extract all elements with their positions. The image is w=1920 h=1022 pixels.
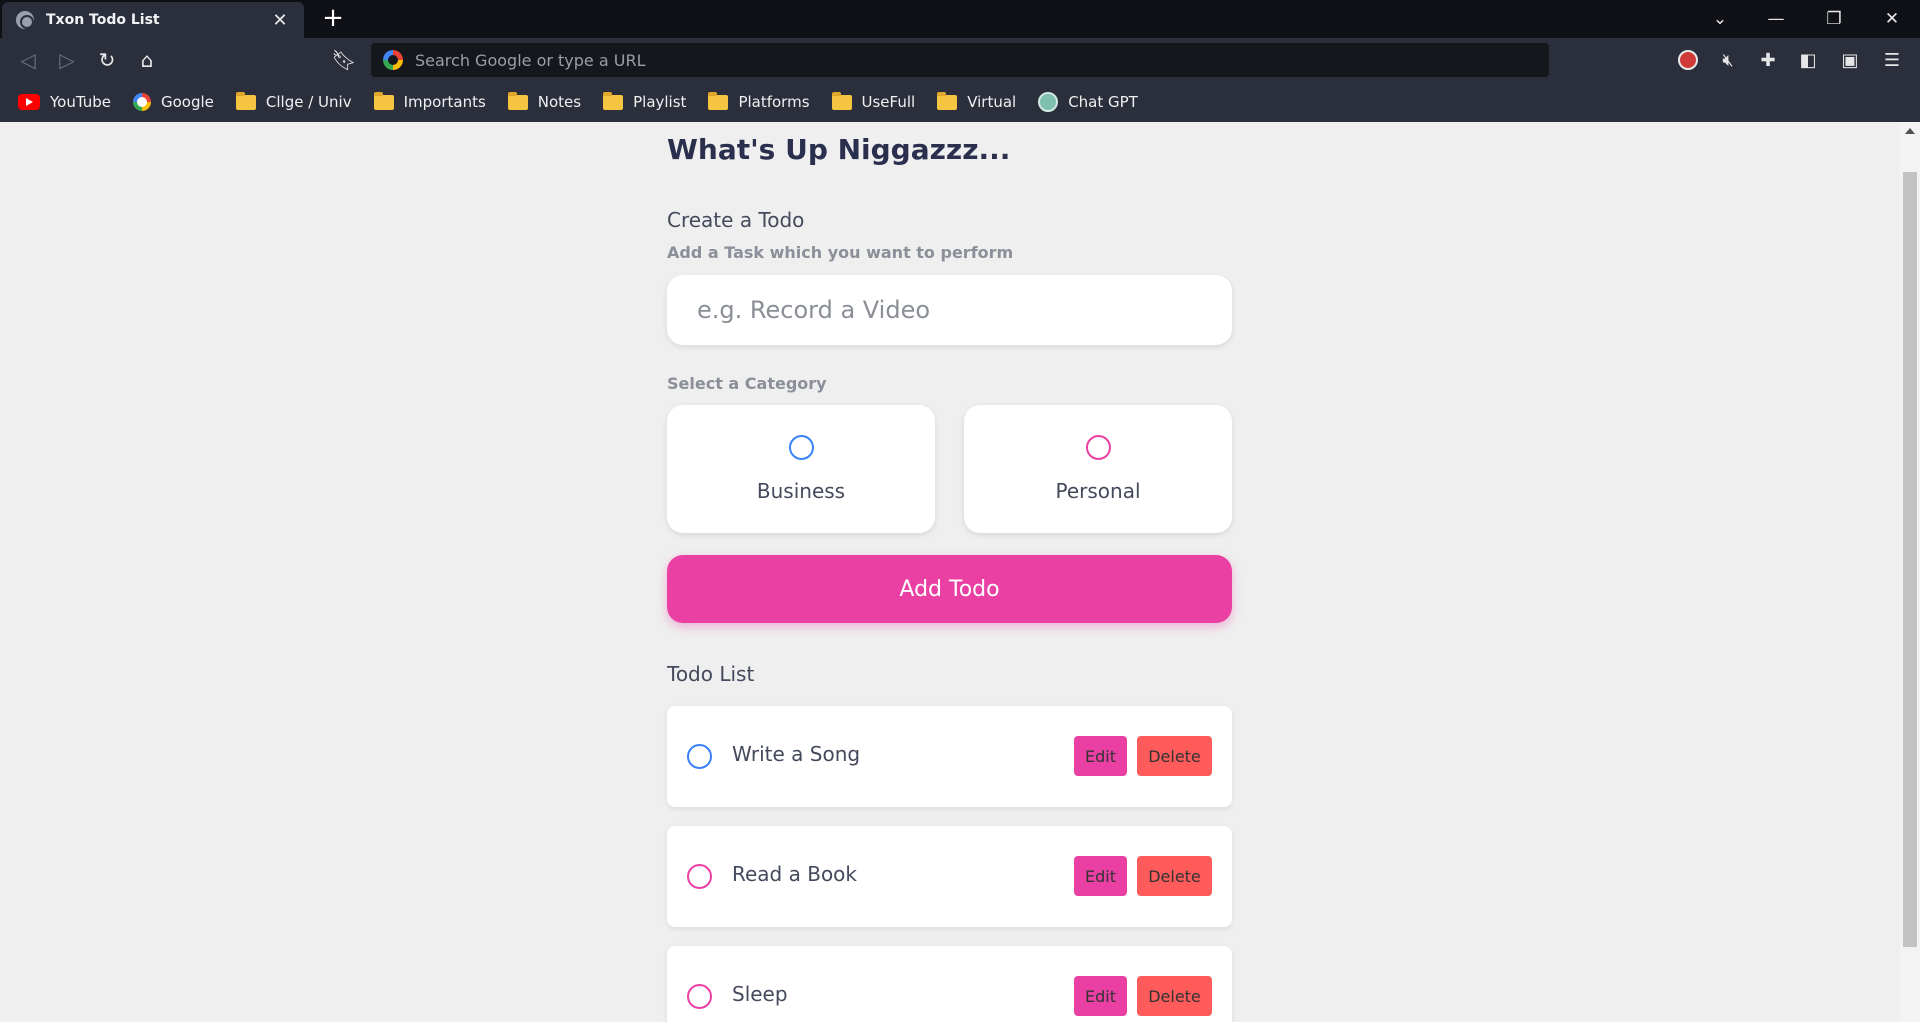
bookmark-label: Virtual: [967, 93, 1017, 111]
category-personal-card[interactable]: Personal: [964, 405, 1232, 533]
todo-item: Write a Song Edit Delete: [667, 706, 1232, 807]
bookmark-youtube[interactable]: YouTube: [18, 93, 111, 111]
folder-icon: [373, 91, 394, 110]
globe-icon: [16, 11, 34, 29]
edit-button[interactable]: Edit: [1074, 736, 1127, 776]
delete-button[interactable]: Delete: [1137, 736, 1212, 776]
bookmark-label: Cllge / Univ: [265, 93, 352, 111]
scroll-up-icon[interactable]: [1905, 128, 1915, 134]
add-todo-button[interactable]: Add Todo: [667, 555, 1232, 623]
delete-button[interactable]: Delete: [1137, 856, 1212, 896]
business-radio[interactable]: [789, 435, 814, 460]
todo-text: Read a Book: [732, 862, 857, 886]
personal-radio[interactable]: [1086, 435, 1111, 460]
page-viewport: What's Up Niggazzz... Create a Todo Add …: [0, 122, 1900, 1022]
minimize-icon[interactable]: —: [1756, 0, 1796, 38]
bookmark-platforms[interactable]: Platforms: [708, 91, 810, 111]
edit-button[interactable]: Edit: [1074, 856, 1127, 896]
chatgpt-icon: [1038, 92, 1059, 112]
category-label: Select a Category: [667, 374, 827, 393]
bookmarks-bar: YouTube Google Cllge / Univ Importants N…: [0, 82, 1920, 122]
google-icon: [383, 50, 403, 70]
category-label-personal: Personal: [1055, 479, 1141, 503]
todo-text: Sleep: [732, 982, 788, 1006]
wallet-icon[interactable]: ▣: [1830, 38, 1870, 82]
bookmark-label: Chat GPT: [1068, 93, 1138, 111]
category-business-card[interactable]: Business: [667, 405, 935, 533]
page-scrollbar[interactable]: [1900, 122, 1920, 1022]
bookmark-playlist[interactable]: Playlist: [603, 91, 687, 111]
todo-text: Write a Song: [732, 742, 861, 766]
folder-icon: [603, 91, 624, 110]
mute-icon[interactable]: 🔇︎: [1708, 38, 1748, 82]
brave-shields-icon[interactable]: [1668, 38, 1708, 82]
google-icon: [133, 93, 151, 111]
address-input[interactable]: [415, 50, 1315, 70]
bookmark-label: YouTube: [50, 93, 111, 111]
folder-icon: [937, 91, 958, 110]
extensions-icon[interactable]: ✚: [1748, 38, 1788, 82]
address-bar[interactable]: [371, 43, 1549, 77]
bookmark-chat-gpt[interactable]: Chat GPT: [1038, 92, 1138, 112]
todo-checkbox[interactable]: [687, 984, 712, 1009]
back-icon[interactable]: ◁: [8, 38, 48, 82]
bookmark-icon[interactable]: 🔖︎: [324, 38, 364, 82]
new-tab-button[interactable]: +: [318, 4, 348, 34]
bookmark-label: Google: [161, 93, 214, 111]
page-title: What's Up Niggazzz...: [667, 133, 1011, 166]
bookmark-importants[interactable]: Importants: [373, 91, 486, 111]
todo-checkbox[interactable]: [687, 864, 712, 889]
tab-strip: Txon Todo List ✕ + ⌄ — ❐ ✕: [0, 0, 1920, 38]
folder-icon: [831, 91, 852, 110]
bookmark-google[interactable]: Google: [133, 93, 214, 111]
bookmark-label: Notes: [537, 93, 582, 111]
create-todo-heading: Create a Todo: [667, 208, 805, 232]
category-label-business: Business: [756, 479, 846, 503]
bookmark-label: UseFull: [861, 93, 916, 111]
forward-icon[interactable]: ▷: [47, 38, 87, 82]
task-input[interactable]: [667, 275, 1232, 345]
task-label: Add a Task which you want to perform: [667, 243, 1014, 262]
home-icon[interactable]: ⌂: [127, 38, 167, 82]
todo-list-heading: Todo List: [667, 662, 755, 686]
folder-icon: [708, 91, 729, 110]
todo-checkbox[interactable]: [687, 744, 712, 769]
bookmark-virtual[interactable]: Virtual: [937, 91, 1017, 111]
tab-title: Txon Todo List: [46, 12, 160, 28]
edit-button[interactable]: Edit: [1074, 976, 1127, 1016]
bookmark-label: Playlist: [633, 93, 687, 111]
reload-icon[interactable]: ↻: [87, 38, 127, 82]
scrollbar-thumb[interactable]: [1903, 172, 1917, 947]
bookmark-label: Importants: [403, 93, 486, 111]
todo-item: Read a Book Edit Delete: [667, 826, 1232, 927]
restore-icon[interactable]: ❐: [1814, 0, 1854, 38]
folder-icon: [235, 91, 256, 110]
bookmark-usefull[interactable]: UseFull: [831, 91, 916, 111]
delete-button[interactable]: Delete: [1137, 976, 1212, 1016]
menu-icon[interactable]: ☰: [1872, 38, 1912, 82]
browser-toolbar: ◁ ▷ ↻ ⌂ 🔖︎ 🔇︎ ✚ ◧ ▣ ☰: [0, 38, 1920, 82]
folder-icon: [507, 91, 528, 110]
youtube-icon: [18, 94, 40, 110]
close-tab-icon[interactable]: ✕: [270, 10, 290, 31]
close-window-icon[interactable]: ✕: [1872, 0, 1912, 38]
bookmark-label: Platforms: [738, 93, 810, 111]
bookmark-cllge-univ[interactable]: Cllge / Univ: [235, 91, 352, 111]
bookmark-notes[interactable]: Notes: [507, 91, 582, 111]
sidebar-icon[interactable]: ◧: [1788, 38, 1828, 82]
tab-search-icon[interactable]: ⌄: [1700, 0, 1740, 38]
todo-item: Sleep Edit Delete: [667, 946, 1232, 1022]
tab-active[interactable]: Txon Todo List ✕: [2, 2, 304, 38]
